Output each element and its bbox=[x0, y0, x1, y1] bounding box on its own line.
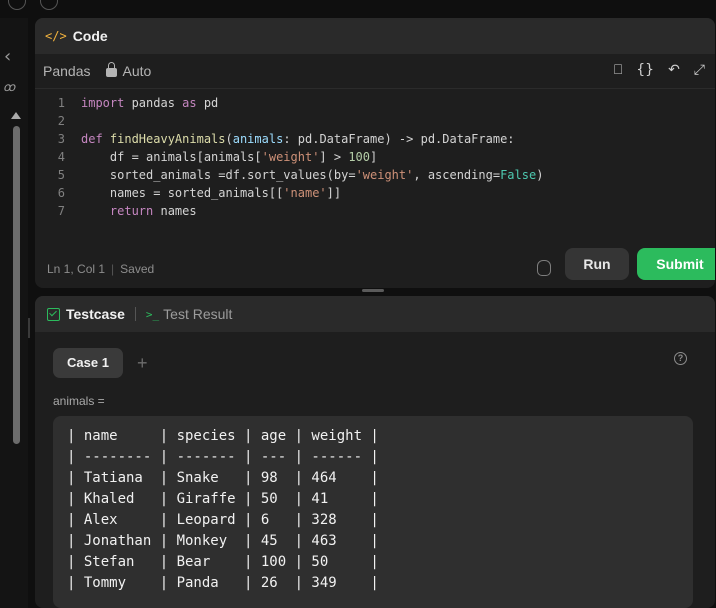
line-number: 3 bbox=[57, 132, 65, 146]
language-selector[interactable]: Pandas bbox=[43, 63, 90, 79]
code-token: 'name' bbox=[283, 186, 327, 200]
case-1-tab[interactable]: Case 1 bbox=[53, 348, 123, 378]
code-panel-header: </> Code bbox=[35, 18, 715, 54]
code-token: 'weight' bbox=[261, 150, 320, 164]
code-line: 6 names = sorted_animals[['name']] bbox=[35, 184, 341, 202]
code-token: ] bbox=[370, 150, 378, 164]
code-panel: </> Code Pandas Auto ⎕ {} ↶ ⤢ 1 import pa… bbox=[35, 18, 715, 288]
line-number: 6 bbox=[57, 186, 65, 200]
link-icon[interactable]: ꝏ bbox=[3, 80, 15, 94]
code-token: pandas bbox=[124, 96, 183, 110]
editor-status-bar: Ln 1, Col 1 | Saved Run Submit bbox=[35, 248, 715, 288]
code-token: (by= bbox=[326, 168, 356, 182]
code-token: : bbox=[507, 132, 515, 146]
chevron-left-icon[interactable]: ‹ bbox=[4, 46, 11, 67]
code-token: ) -> pd. bbox=[384, 132, 443, 146]
line-number: 2 bbox=[57, 114, 65, 128]
code-editor[interactable]: 1 import pandas as pd 2 3 def findHeavyAni… bbox=[35, 90, 715, 250]
top-toolbar-strip bbox=[0, 0, 716, 18]
code-token: ]] bbox=[326, 186, 342, 200]
code-token: 'weight' bbox=[355, 168, 414, 182]
code-token: as bbox=[182, 96, 197, 110]
code-panel-title: Code bbox=[72, 28, 108, 44]
code-token: = bbox=[492, 168, 501, 182]
mode-selector[interactable]: Auto bbox=[122, 63, 151, 79]
code-icon: </> bbox=[45, 29, 67, 43]
checkbox-icon bbox=[47, 307, 60, 321]
cursor-position: Ln 1, Col 1 bbox=[47, 262, 106, 276]
code-token: df = animals[animals[ bbox=[81, 150, 262, 164]
editor-toolbar: Pandas Auto ⎕ {} ↶ ⤢ bbox=[35, 54, 715, 89]
code-token: pd bbox=[196, 96, 219, 110]
lock-icon bbox=[106, 61, 118, 77]
code-line: 4 df = animals[animals['weight'] > 100] bbox=[35, 148, 377, 166]
code-token: ) bbox=[536, 168, 544, 182]
panel-resize-handle[interactable] bbox=[362, 289, 384, 292]
code-token: animals bbox=[232, 132, 284, 146]
tab-test-result[interactable]: Test Result bbox=[163, 306, 232, 322]
tab-testcase[interactable]: Testcase bbox=[66, 306, 125, 322]
terminal-icon: >_ bbox=[145, 307, 160, 321]
code-line: 3 def findHeavyAnimals(animals: pd.DataFr… bbox=[35, 130, 515, 148]
code-token: names = sorted_animals[[ bbox=[81, 186, 284, 200]
code-token: : pd. bbox=[283, 132, 320, 146]
table-row: | -------- | ------- | --- | ------ | bbox=[67, 449, 379, 465]
table-row: | Jonathan | Monkey | 45 | 463 | bbox=[67, 533, 379, 549]
line-number: 5 bbox=[57, 168, 65, 182]
code-token: DataFrame bbox=[442, 132, 508, 146]
code-token: names bbox=[153, 204, 197, 218]
toolbar-icon[interactable] bbox=[8, 0, 26, 10]
run-button[interactable]: Run bbox=[565, 248, 629, 280]
bookmark-icon[interactable]: ⎕ bbox=[614, 62, 622, 78]
line-number: 1 bbox=[57, 96, 65, 110]
undo-icon[interactable]: ↶ bbox=[668, 62, 680, 78]
table-row: | name | species | age | weight | bbox=[67, 428, 379, 444]
toolbar-icon[interactable] bbox=[40, 0, 58, 10]
code-line: 1 import pandas as pd bbox=[35, 94, 219, 112]
braces-icon[interactable]: {} bbox=[636, 62, 654, 78]
testcase-tabs: Testcase >_ Test Result bbox=[35, 296, 715, 332]
code-token: findHeavyAnimals bbox=[109, 132, 226, 146]
code-token: sort_values bbox=[247, 168, 327, 182]
code-token: def bbox=[81, 132, 110, 146]
code-token: DataFrame bbox=[319, 132, 385, 146]
table-row: | Alex | Leopard | 6 | 328 | bbox=[67, 512, 379, 528]
code-line: 5 sorted_animals =df.sort_values(by='wei… bbox=[35, 166, 544, 184]
save-status: Saved bbox=[120, 262, 155, 276]
scrollbar-thumb[interactable] bbox=[13, 126, 20, 444]
testcase-input[interactable]: | name | species | age | weight | | ----… bbox=[53, 416, 693, 608]
expand-icon[interactable]: ⤢ bbox=[694, 62, 705, 78]
table-row: | Tommy | Panda | 26 | 349 | bbox=[67, 575, 379, 591]
table-row: | Stefan | Bear | 100 | 50 | bbox=[67, 554, 379, 570]
tab-separator bbox=[134, 307, 136, 321]
plus-icon[interactable]: + bbox=[137, 353, 148, 374]
line-number: 7 bbox=[57, 204, 65, 218]
code-token: return bbox=[81, 204, 154, 218]
code-token: import bbox=[81, 96, 125, 110]
table-row: | Khaled | Giraffe | 50 | 41 | bbox=[67, 491, 379, 507]
question-icon[interactable]: ? bbox=[674, 352, 687, 365]
case-selector: Case 1 + bbox=[53, 348, 148, 378]
code-token: sorted_animals =df. bbox=[81, 168, 248, 182]
table-row: | Tatiana | Snake | 98 | 464 | bbox=[67, 470, 379, 486]
scroll-up-icon[interactable] bbox=[11, 112, 21, 119]
code-token: , bbox=[413, 168, 428, 182]
code-token: ascending bbox=[427, 168, 493, 182]
code-line: 2 bbox=[35, 112, 81, 130]
code-token: ] > bbox=[319, 150, 349, 164]
variable-label: animals = bbox=[53, 394, 105, 408]
left-sidebar: ‹ ꝏ bbox=[0, 18, 28, 608]
status-separator: | bbox=[111, 262, 115, 276]
code-token: False bbox=[500, 168, 537, 182]
code-token: ( bbox=[225, 132, 233, 146]
line-number: 4 bbox=[57, 150, 65, 164]
panel-resize-handle[interactable] bbox=[28, 318, 30, 338]
testcase-panel: Testcase >_ Test Result Case 1 + ? anima… bbox=[35, 296, 715, 608]
code-line: 7 return names bbox=[35, 202, 197, 220]
submit-button[interactable]: Submit bbox=[637, 248, 715, 280]
code-token: 100 bbox=[348, 150, 371, 164]
bug-icon[interactable] bbox=[537, 260, 551, 276]
